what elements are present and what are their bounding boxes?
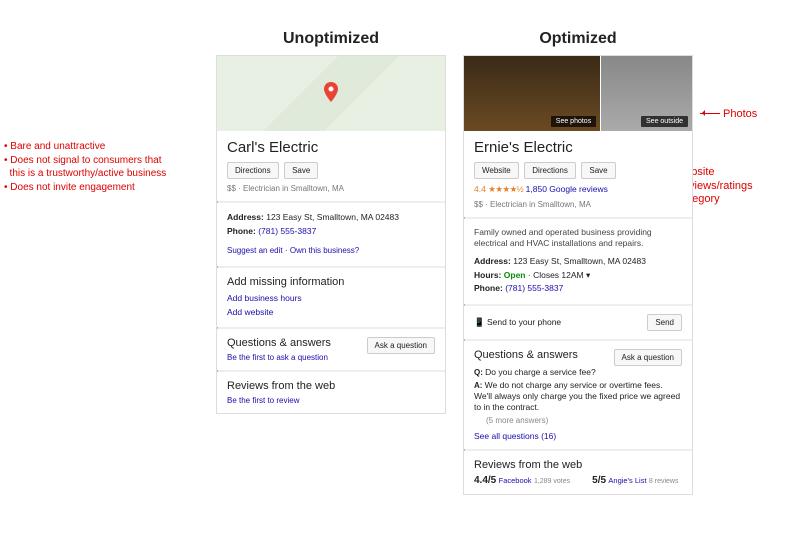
- map-pin-icon: [324, 82, 338, 102]
- phone-row: Phone: (781) 555-3837: [227, 225, 435, 239]
- web-review-angies[interactable]: 5/5 Angie's List 8 reviews: [592, 475, 678, 486]
- ann-item: Bare and unattractive: [4, 140, 166, 154]
- optimized-panel: See photos See outside Ernie's Electric …: [463, 55, 693, 495]
- more-answers[interactable]: (5 more answers): [486, 416, 682, 425]
- heading-unoptimized: Unoptimized: [216, 30, 446, 48]
- ann-item: Does not signal to consumers that this i…: [4, 154, 166, 181]
- see-all-questions-link[interactable]: See all questions (16): [474, 431, 682, 441]
- qa-first-link[interactable]: Be the first to ask a question: [227, 353, 435, 362]
- address-row: Address: 123 Easy St, Smalltown, MA 0248…: [227, 211, 435, 225]
- hours-row[interactable]: Hours: Open · Closes 12AM ▾: [474, 269, 682, 283]
- reviews-link[interactable]: 1,850 Google reviews: [526, 184, 608, 194]
- send-button[interactable]: Send: [647, 314, 682, 331]
- own-business-link[interactable]: Own this business?: [290, 246, 359, 255]
- address-row: Address: 123 Easy St, Smalltown, MA 0248…: [474, 255, 682, 269]
- directions-button[interactable]: Directions: [227, 162, 279, 179]
- directions-button[interactable]: Directions: [524, 162, 576, 179]
- rating-row: 4.4 ★★★★½ 1,850 Google reviews: [474, 184, 682, 195]
- map-thumbnail[interactable]: [217, 56, 445, 131]
- unoptimized-panel: Carl's Electric Directions Save $$ · Ele…: [216, 55, 446, 414]
- stars-icon: ★★★★½: [488, 184, 523, 194]
- ann-item: Does not invite engagement: [4, 181, 166, 195]
- phone-link[interactable]: (781) 555-3837: [505, 283, 563, 293]
- website-button[interactable]: Website: [474, 162, 519, 179]
- suggest-edit-link[interactable]: Suggest an edit: [227, 246, 283, 255]
- ann-photos: Photos: [700, 108, 757, 120]
- phone-row: Phone: (781) 555-3837: [474, 282, 682, 296]
- business-name: Ernie's Electric: [474, 139, 682, 156]
- price-category: $$ · Electrician in Smalltown, MA: [474, 200, 682, 209]
- qa-answer: We do not charge any service or overtime…: [474, 380, 682, 413]
- unoptimized-annotations: Bare and unattractive Does not signal to…: [4, 140, 166, 194]
- web-reviews-title: Reviews from the web: [227, 380, 435, 392]
- web-reviews-title: Reviews from the web: [474, 459, 682, 471]
- first-review-link[interactable]: Be the first to review: [227, 396, 435, 405]
- save-button[interactable]: Save: [284, 162, 318, 179]
- ask-question-button[interactable]: Ask a question: [367, 337, 435, 354]
- ask-question-button[interactable]: Ask a question: [614, 349, 682, 366]
- qa-question: Do you charge a service fee?: [474, 366, 682, 380]
- business-name: Carl's Electric: [227, 139, 435, 156]
- see-photos-button[interactable]: See photos: [551, 116, 596, 127]
- save-button[interactable]: Save: [581, 162, 615, 179]
- price-category: $$ · Electrician in Smalltown, MA: [227, 184, 435, 193]
- add-website-link[interactable]: Add website: [227, 306, 435, 320]
- business-description: Family owned and operated business provi…: [474, 227, 682, 250]
- web-review-fb[interactable]: 4.4/5 Facebook 1,289 votes: [474, 475, 570, 486]
- interior-photo[interactable]: See photos: [464, 56, 600, 131]
- phone-link[interactable]: (781) 555-3837: [258, 226, 316, 236]
- photo-row: See photos See outside: [464, 56, 692, 131]
- missing-info-title: Add missing information: [227, 276, 435, 288]
- web-reviews-row: 4.4/5 Facebook 1,289 votes 5/5 Angie's L…: [474, 475, 682, 486]
- see-outside-button[interactable]: See outside: [641, 116, 688, 127]
- send-to-phone-label: 📱 Send to your phone: [474, 317, 561, 328]
- add-hours-link[interactable]: Add business hours: [227, 292, 435, 306]
- heading-optimized: Optimized: [463, 30, 693, 48]
- exterior-photo[interactable]: See outside: [601, 56, 692, 131]
